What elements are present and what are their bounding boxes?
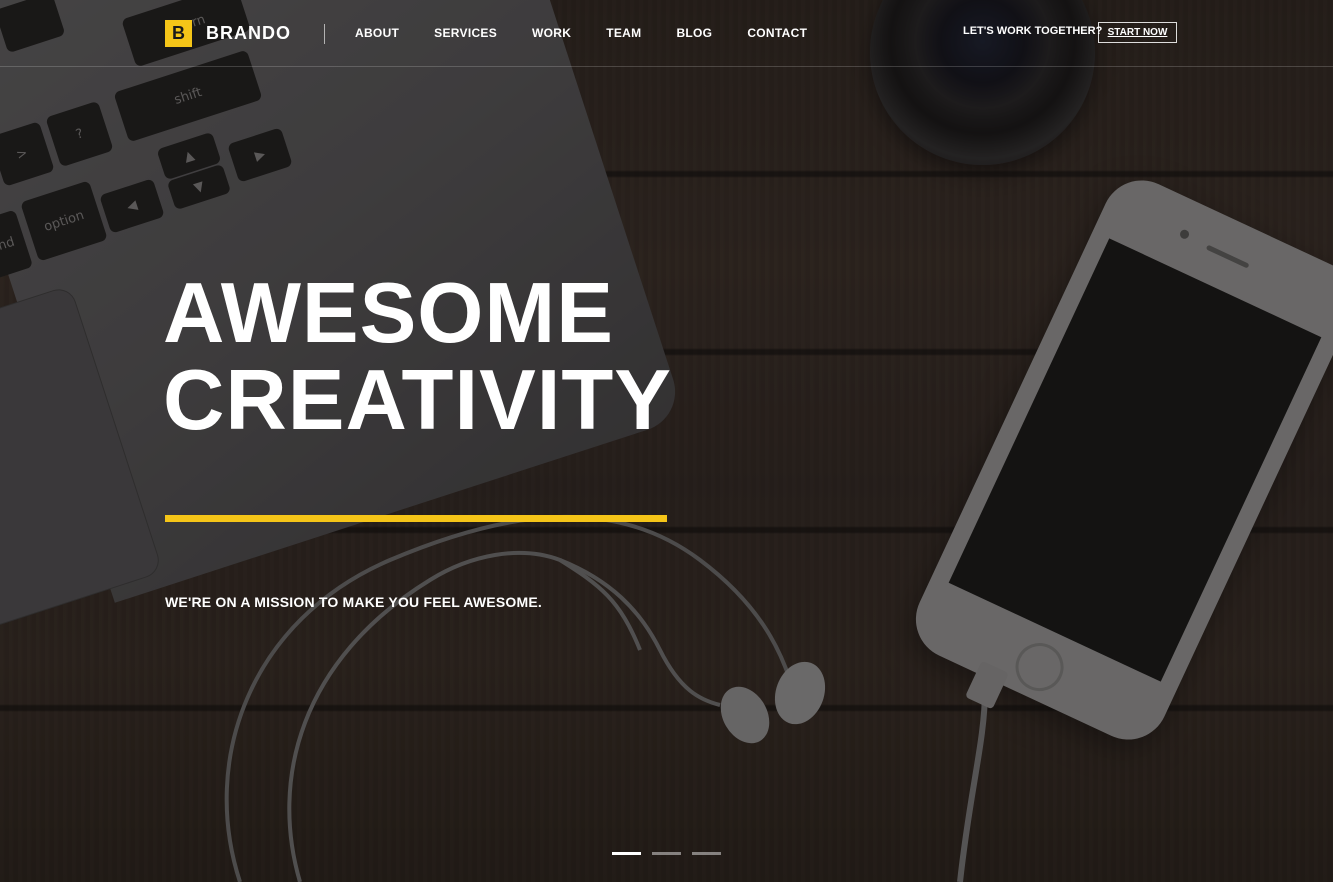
nav-item-work[interactable]: WORK [532,26,571,40]
laptop-key-command: and [0,209,34,281]
header-divider [324,24,325,44]
nav-item-services[interactable]: SERVICES [434,26,497,40]
nav-item-contact[interactable]: CONTACT [747,26,807,40]
slider-pagination [612,852,732,855]
laptop-key-arrow-down: ▼ [166,163,232,211]
phone-screen [948,238,1322,682]
hero-headline-line2: CREATIVITY [163,353,673,448]
nav-item-team[interactable]: TEAM [606,26,641,40]
laptop-key-arrow-right: ▶ [227,127,293,183]
slider-dot-1[interactable] [612,852,641,855]
phone-speaker [1205,244,1250,269]
phone-home-button [1007,635,1072,699]
hero-headline-line1: AWESOME [163,266,614,361]
slider-dot-2[interactable] [652,852,681,855]
key-label: shift [172,84,204,108]
hero-accent-bar [165,515,667,522]
header-cta-prompt: LET'S WORK TOGETHER? [963,25,1103,37]
start-now-button[interactable]: START NOW [1098,22,1177,43]
smartphone-image [902,167,1333,753]
site-header: B BRANDO ABOUT SERVICES WORK TEAM BLOG C… [0,0,1333,67]
laptop-key-arrow-left: ◀ [99,178,165,234]
key-label: > [14,145,30,163]
laptop-key-option: option [20,180,108,262]
brand-name: BRANDO [206,22,291,43]
nav-item-blog[interactable]: BLOG [676,26,712,40]
logo-mark-icon: B [165,19,192,47]
key-label: and [0,234,17,256]
brand-logo[interactable]: B BRANDO [165,19,291,47]
laptop-key-arrow-up: ▲ [156,131,222,181]
laptop-trackpad [0,284,164,638]
laptop-key-gt: > [0,121,55,187]
nav-item-about[interactable]: ABOUT [355,26,399,40]
phone-camera [1178,228,1191,241]
key-label: option [42,207,86,235]
slider-dot-3[interactable] [692,852,721,855]
key-label: ? [73,125,86,143]
hero-headline: AWESOME CREATIVITY [163,270,672,444]
main-nav: ABOUT SERVICES WORK TEAM BLOG CONTACT [355,26,842,40]
hero-subtitle: WE'RE ON A MISSION TO MAKE YOU FEEL AWES… [165,594,542,610]
laptop-key-question: ? [45,100,114,168]
